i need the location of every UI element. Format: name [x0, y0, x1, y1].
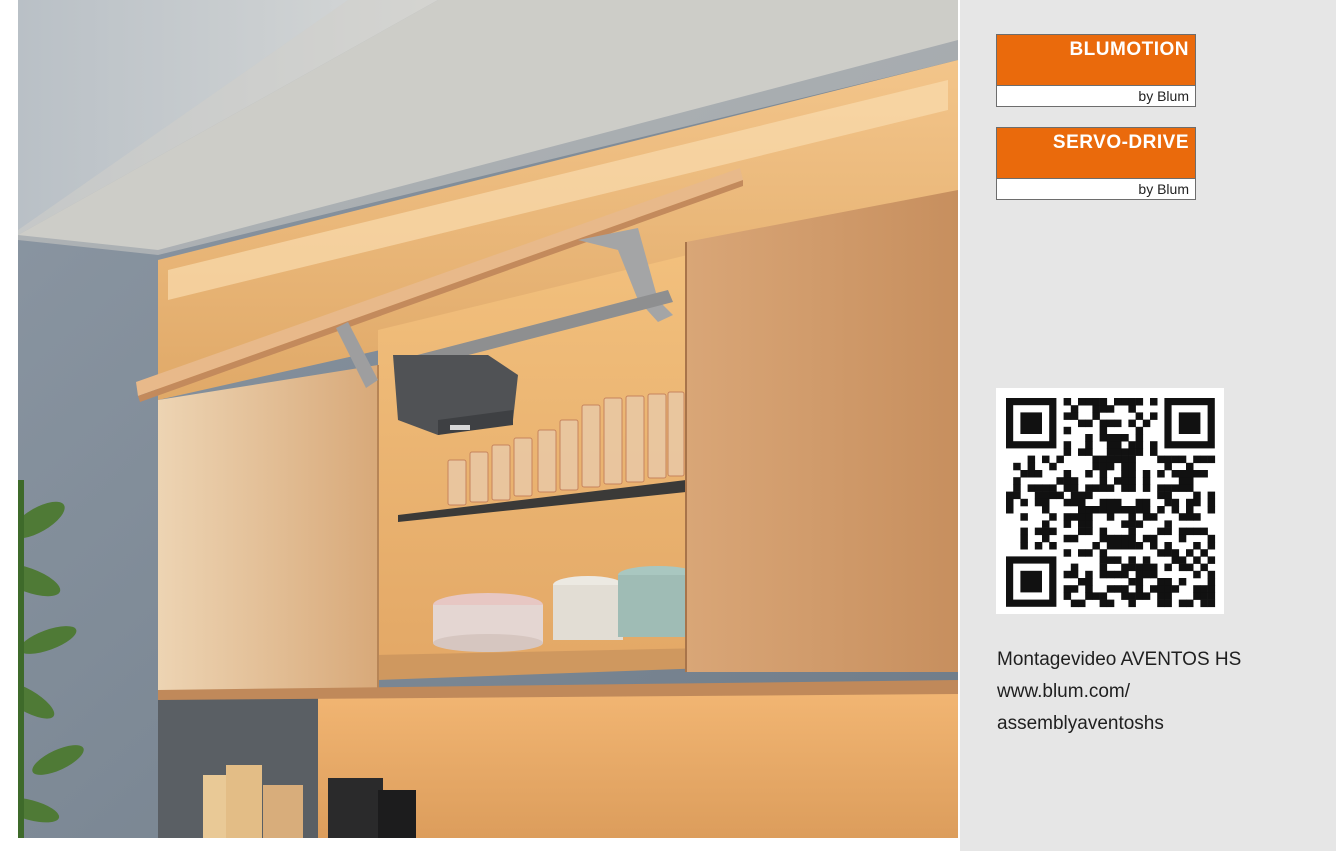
kitchen-cabinet-photo [18, 0, 958, 838]
blumotion-badge: BLUMOTION by Blum [996, 34, 1196, 107]
assembly-video-info: Montagevideo AVENTOS HS www.blum.com/ as… [997, 644, 1327, 740]
info-panel: BLUMOTION by Blum SERVO-DRIVE by Blum Mo… [960, 0, 1336, 851]
servo-drive-badge: SERVO-DRIVE by Blum [996, 127, 1196, 200]
badge-byline: by Blum [997, 178, 1195, 199]
video-url-line1[interactable]: www.blum.com/ [997, 676, 1327, 708]
video-url-line2[interactable]: assemblyaventoshs [997, 708, 1327, 740]
page: BLUMOTION by Blum SERVO-DRIVE by Blum Mo… [0, 0, 1336, 851]
video-title: Montagevideo AVENTOS HS [997, 649, 1242, 670]
qr-code-icon[interactable] [996, 388, 1224, 614]
badge-brand: BLUMOTION [997, 35, 1195, 85]
badge-byline: by Blum [997, 85, 1195, 106]
badge-brand: SERVO-DRIVE [997, 128, 1195, 178]
